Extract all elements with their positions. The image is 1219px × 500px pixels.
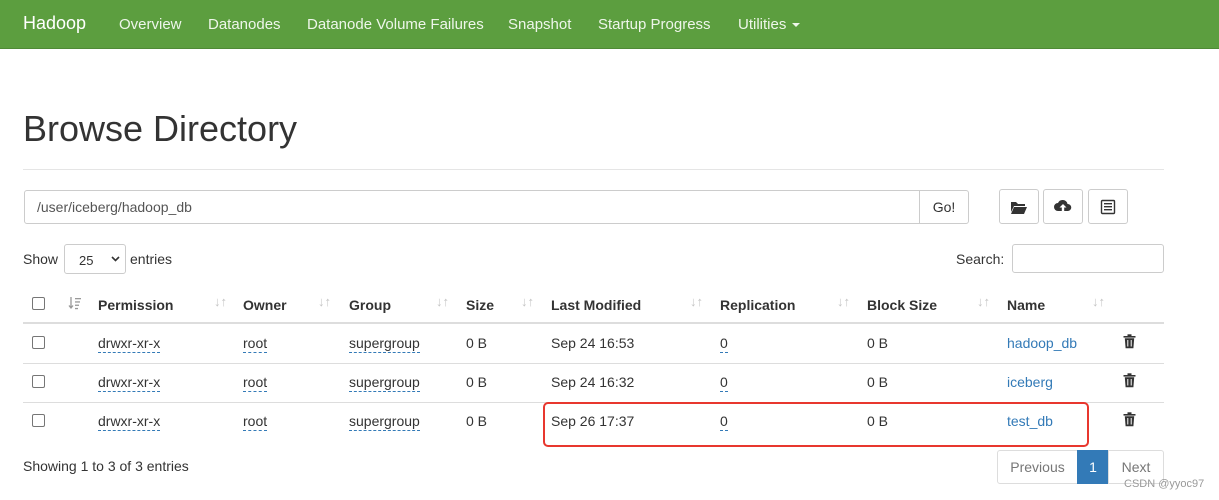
sort-arrows-icon[interactable]: ↓↑ — [837, 294, 850, 309]
chevron-down-icon — [111, 256, 120, 262]
sort-numeric-icon[interactable] — [68, 296, 82, 310]
name-link[interactable]: iceberg — [1007, 374, 1053, 390]
column-header-name[interactable]: Name — [1007, 297, 1045, 313]
name-link[interactable]: hadoop_db — [1007, 335, 1077, 351]
block-size-cell: 0 B — [867, 374, 889, 390]
table-info: Showing 1 to 3 of 3 entries — [23, 458, 189, 474]
sort-arrows-icon[interactable]: ↓↑ — [977, 294, 990, 309]
nav-utilities-dropdown[interactable]: Utilities — [738, 16, 801, 33]
column-header-size[interactable]: Size — [466, 297, 494, 313]
last-modified-cell: Sep 24 16:53 — [551, 335, 635, 351]
permission-cell[interactable]: drwxr-xr-x — [98, 374, 161, 392]
size-cell: 0 B — [466, 374, 488, 390]
nav-datanodes[interactable]: Datanodes — [208, 16, 281, 33]
brand-link[interactable]: Hadoop — [23, 13, 86, 34]
owner-cell[interactable]: root — [243, 335, 268, 353]
title-divider — [23, 169, 1164, 170]
last-modified-cell: Sep 24 16:32 — [551, 374, 635, 390]
upload-files-button[interactable] — [1043, 189, 1083, 224]
owner-cell[interactable]: root — [243, 413, 268, 431]
create-directory-button[interactable] — [999, 189, 1039, 224]
folder-open-icon — [1011, 201, 1027, 214]
sort-arrows-icon[interactable]: ↓↑ — [318, 294, 331, 309]
group-cell[interactable]: supergroup — [349, 335, 420, 353]
column-header-owner[interactable]: Owner — [243, 297, 287, 313]
cut-paste-button[interactable] — [1088, 189, 1128, 224]
permission-cell[interactable]: drwxr-xr-x — [98, 413, 161, 431]
row-select-checkbox[interactable] — [32, 375, 45, 388]
column-header-permission[interactable]: Permission — [98, 297, 173, 313]
entries-label: entries — [130, 251, 173, 267]
top-navbar: Hadoop Overview Datanodes Datanode Volum… — [0, 0, 1219, 49]
replication-cell[interactable]: 0 — [720, 374, 728, 392]
group-cell[interactable]: supergroup — [349, 374, 420, 392]
trash-icon[interactable] — [1123, 373, 1136, 388]
sort-arrows-icon[interactable]: ↓↑ — [521, 294, 534, 309]
group-cell[interactable]: supergroup — [349, 413, 420, 431]
search-input[interactable] — [1012, 244, 1164, 273]
column-header-last-modified[interactable]: Last Modified — [551, 297, 641, 313]
row-select-checkbox[interactable] — [32, 414, 45, 427]
nav-snapshot[interactable]: Snapshot — [508, 16, 571, 33]
column-header-replication[interactable]: Replication — [720, 297, 795, 313]
owner-cell[interactable]: root — [243, 374, 268, 392]
caret-down-icon — [792, 23, 801, 28]
pagination-previous-button[interactable]: Previous — [997, 450, 1078, 484]
row-divider — [23, 363, 1164, 364]
show-label: Show — [23, 251, 59, 267]
permission-cell[interactable]: drwxr-xr-x — [98, 335, 161, 353]
sort-arrows-icon[interactable]: ↓↑ — [690, 294, 703, 309]
size-cell: 0 B — [466, 413, 488, 429]
entries-per-page-select[interactable]: 25 — [64, 244, 126, 274]
row-select-checkbox[interactable] — [32, 336, 45, 349]
list-icon — [1100, 199, 1116, 214]
annotation-highlight-box — [543, 402, 1089, 447]
sort-arrows-icon[interactable]: ↓↑ — [436, 294, 449, 309]
nav-overview[interactable]: Overview — [119, 16, 182, 33]
trash-icon[interactable] — [1123, 334, 1136, 349]
trash-icon[interactable] — [1123, 412, 1136, 427]
size-cell: 0 B — [466, 335, 488, 351]
block-size-cell: 0 B — [867, 335, 889, 351]
sort-arrows-icon[interactable]: ↓↑ — [214, 294, 227, 309]
column-header-block-size[interactable]: Block Size — [867, 297, 937, 313]
page-title: Browse Directory — [23, 108, 298, 149]
replication-cell[interactable]: 0 — [720, 335, 728, 353]
nav-utilities-label: Utilities — [738, 16, 787, 33]
pagination-page-1-button[interactable]: 1 — [1077, 450, 1109, 484]
watermark: CSDN @yyoc97 — [1124, 478, 1205, 490]
search-label: Search: — [956, 251, 1005, 267]
cloud-upload-icon — [1054, 199, 1072, 212]
select-all-checkbox[interactable] — [32, 297, 45, 310]
go-button[interactable]: Go! — [919, 190, 969, 224]
nav-startup-progress[interactable]: Startup Progress — [598, 16, 711, 33]
table-header-divider — [23, 322, 1164, 324]
column-header-group[interactable]: Group — [349, 297, 391, 313]
sort-arrows-icon[interactable]: ↓↑ — [1092, 294, 1105, 309]
nav-datanode-volume-failures[interactable]: Datanode Volume Failures — [307, 16, 484, 33]
directory-path-input[interactable] — [24, 190, 920, 224]
entries-select-value: 25 — [79, 253, 94, 268]
